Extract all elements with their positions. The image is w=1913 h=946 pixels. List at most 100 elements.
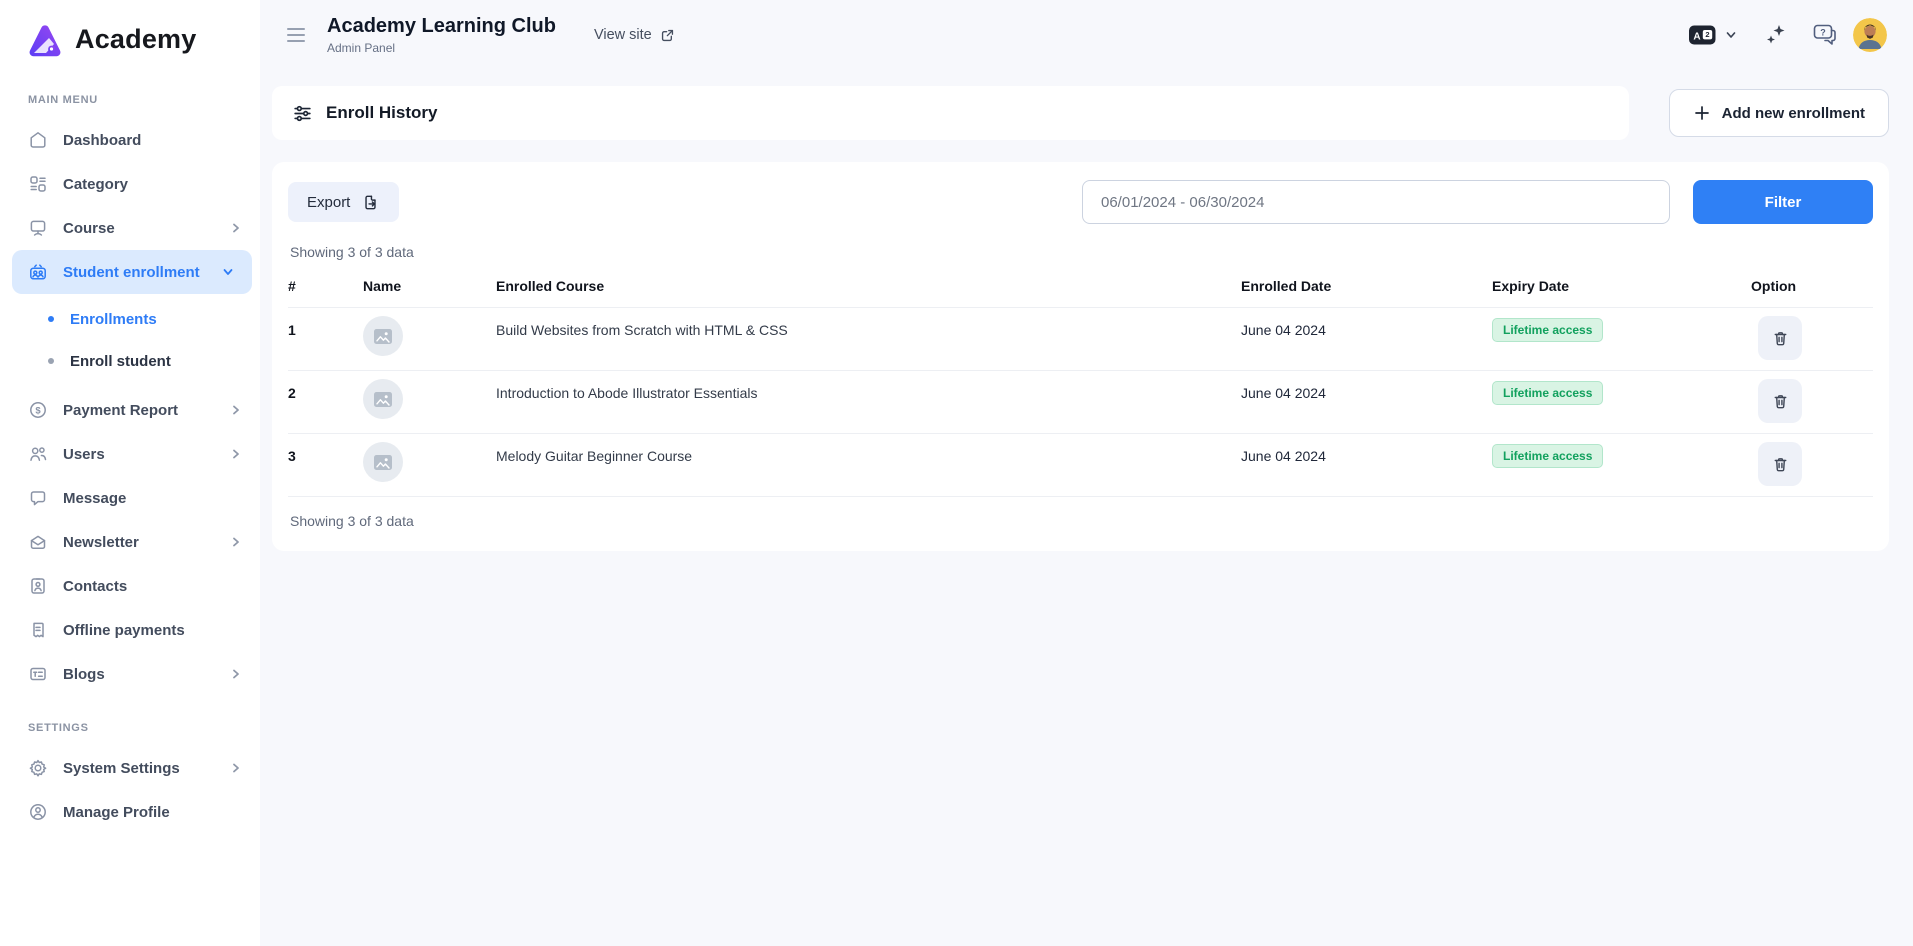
sidebar-item-label: Dashboard [63,132,141,149]
sidebar-item-label: Course [63,220,115,237]
sidebar-item-category[interactable]: Category [0,162,260,206]
sidebar-item-blogs[interactable]: Blogs [0,652,260,696]
hamburger-menu-icon[interactable] [283,24,309,46]
sidebar-item-newsletter[interactable]: Newsletter [0,520,260,564]
table-row: 2 Introduction to Abode Illustrator Esse… [288,371,1873,434]
sidebar-item-label: Message [63,490,126,507]
export-label: Export [307,194,350,211]
sidebar-item-manage-profile[interactable]: Manage Profile [0,790,260,834]
message-icon [28,488,48,508]
filter-button[interactable]: Filter [1693,180,1873,224]
trash-icon [1771,329,1790,348]
logo[interactable]: Academy [0,0,260,60]
showing-count-bottom: Showing 3 of 3 data [288,497,1873,547]
page-title-card: Enroll History [272,86,1629,140]
svg-text:?: ? [1820,27,1826,37]
image-placeholder-icon [373,453,393,472]
chevron-right-icon [228,402,244,418]
site-subtitle: Admin Panel [327,41,556,55]
enrolled-date: June 04 2024 [1241,308,1492,338]
sidebar-item-label: Users [63,446,105,463]
chevron-right-icon [228,446,244,462]
home-icon [28,130,48,150]
contact-card-icon [28,576,48,596]
blogs-icon [28,664,48,684]
sidebar-item-label: Manage Profile [63,804,170,821]
column-header-option: Option [1743,266,1873,307]
trash-icon [1771,392,1790,411]
logo-text: Academy [75,24,196,55]
sidebar-subitem-label: Enroll student [70,353,171,370]
sidebar-item-message[interactable]: Message [0,476,260,520]
external-link-icon [659,27,676,44]
settings-label: SETTINGS [28,722,260,734]
course-title: Melody Guitar Beginner Course [496,434,1241,464]
delete-button[interactable] [1758,379,1802,423]
sidebar-item-label: Payment Report [63,402,178,419]
student-enrollment-submenu: Enrollments Enroll student [0,294,260,388]
site-title-block: Academy Learning Club Admin Panel [327,15,556,55]
course-thumbnail [363,379,403,419]
user-avatar[interactable] [1853,18,1887,52]
add-new-enrollment-button[interactable]: Add new enrollment [1669,89,1889,137]
sidebar-item-label: Offline payments [63,622,185,639]
row-number: 2 [288,371,363,401]
course-thumbnail [363,442,403,482]
sparkles-icon [1763,23,1789,47]
image-placeholder-icon [373,327,393,346]
date-range-input[interactable] [1082,180,1670,224]
delete-button[interactable] [1758,442,1802,486]
sliders-icon [292,103,313,124]
row-number: 3 [288,434,363,464]
view-site-label: View site [594,27,652,43]
profile-circle-icon [28,802,48,822]
row-number: 1 [288,308,363,338]
main-area: Academy Learning Club Admin Panel View s… [260,0,1913,946]
topbar-icons: A2 ? [1688,18,1887,52]
topbar: Academy Learning Club Admin Panel View s… [260,0,1913,70]
sidebar-item-contacts[interactable]: Contacts [0,564,260,608]
page-title: Enroll History [326,103,437,123]
course-icon [28,218,48,238]
sidebar-item-offline-payments[interactable]: Offline payments [0,608,260,652]
sidebar-item-dashboard[interactable]: Dashboard [0,118,260,162]
export-button[interactable]: Export [288,182,399,222]
sidebar-item-label: Newsletter [63,534,139,551]
enrolled-date: June 04 2024 [1241,371,1492,401]
category-grid-icon [28,174,48,194]
enrolled-date: June 04 2024 [1241,434,1492,464]
delete-button[interactable] [1758,316,1802,360]
student-enrollment-icon [28,262,48,282]
language-switcher[interactable]: A2 [1688,24,1739,46]
column-header-name: Name [363,266,496,307]
sidebar: Academy MAIN MENU Dashboard Category Cou… [0,0,260,946]
sidebar-item-course[interactable]: Course [0,206,260,250]
sidebar-subitem-enroll-student[interactable]: Enroll student [0,340,260,382]
academy-logo-icon [24,18,66,60]
add-new-enrollment-label: Add new enrollment [1722,105,1865,122]
sidebar-item-payment-report[interactable]: $ Payment Report [0,388,260,432]
main-menu-label: MAIN MENU [28,94,260,106]
sidebar-item-users[interactable]: Users [0,432,260,476]
trash-icon [1771,455,1790,474]
sidebar-item-label: Contacts [63,578,127,595]
expiry-badge: Lifetime access [1492,444,1603,468]
column-header-course: Enrolled Course [496,266,1241,307]
svg-text:A: A [1693,31,1700,42]
expiry-badge: Lifetime access [1492,318,1603,342]
ai-sparkles-button[interactable] [1763,23,1789,47]
enroll-history-card: Export Filter Showing 3 of 3 data # Name… [272,162,1889,551]
newsletter-icon [28,532,48,552]
help-chat-button[interactable]: ? [1811,22,1839,48]
chat-question-icon: ? [1811,22,1839,48]
view-site-link[interactable]: View site [594,27,676,44]
sidebar-item-system-settings[interactable]: System Settings [0,746,260,790]
sidebar-subitem-enrollments[interactable]: Enrollments [0,298,260,340]
sidebar-item-student-enrollment[interactable]: Student enrollment [12,250,252,294]
svg-text:2: 2 [1705,30,1709,39]
app-root: Academy MAIN MENU Dashboard Category Cou… [0,0,1913,946]
table-row: 3 Melody Guitar Beginner Course June 04 … [288,434,1873,497]
chevron-right-icon [228,220,244,236]
course-title: Introduction to Abode Illustrator Essent… [496,371,1241,401]
page-header-row: Enroll History Add new enrollment [272,86,1889,140]
